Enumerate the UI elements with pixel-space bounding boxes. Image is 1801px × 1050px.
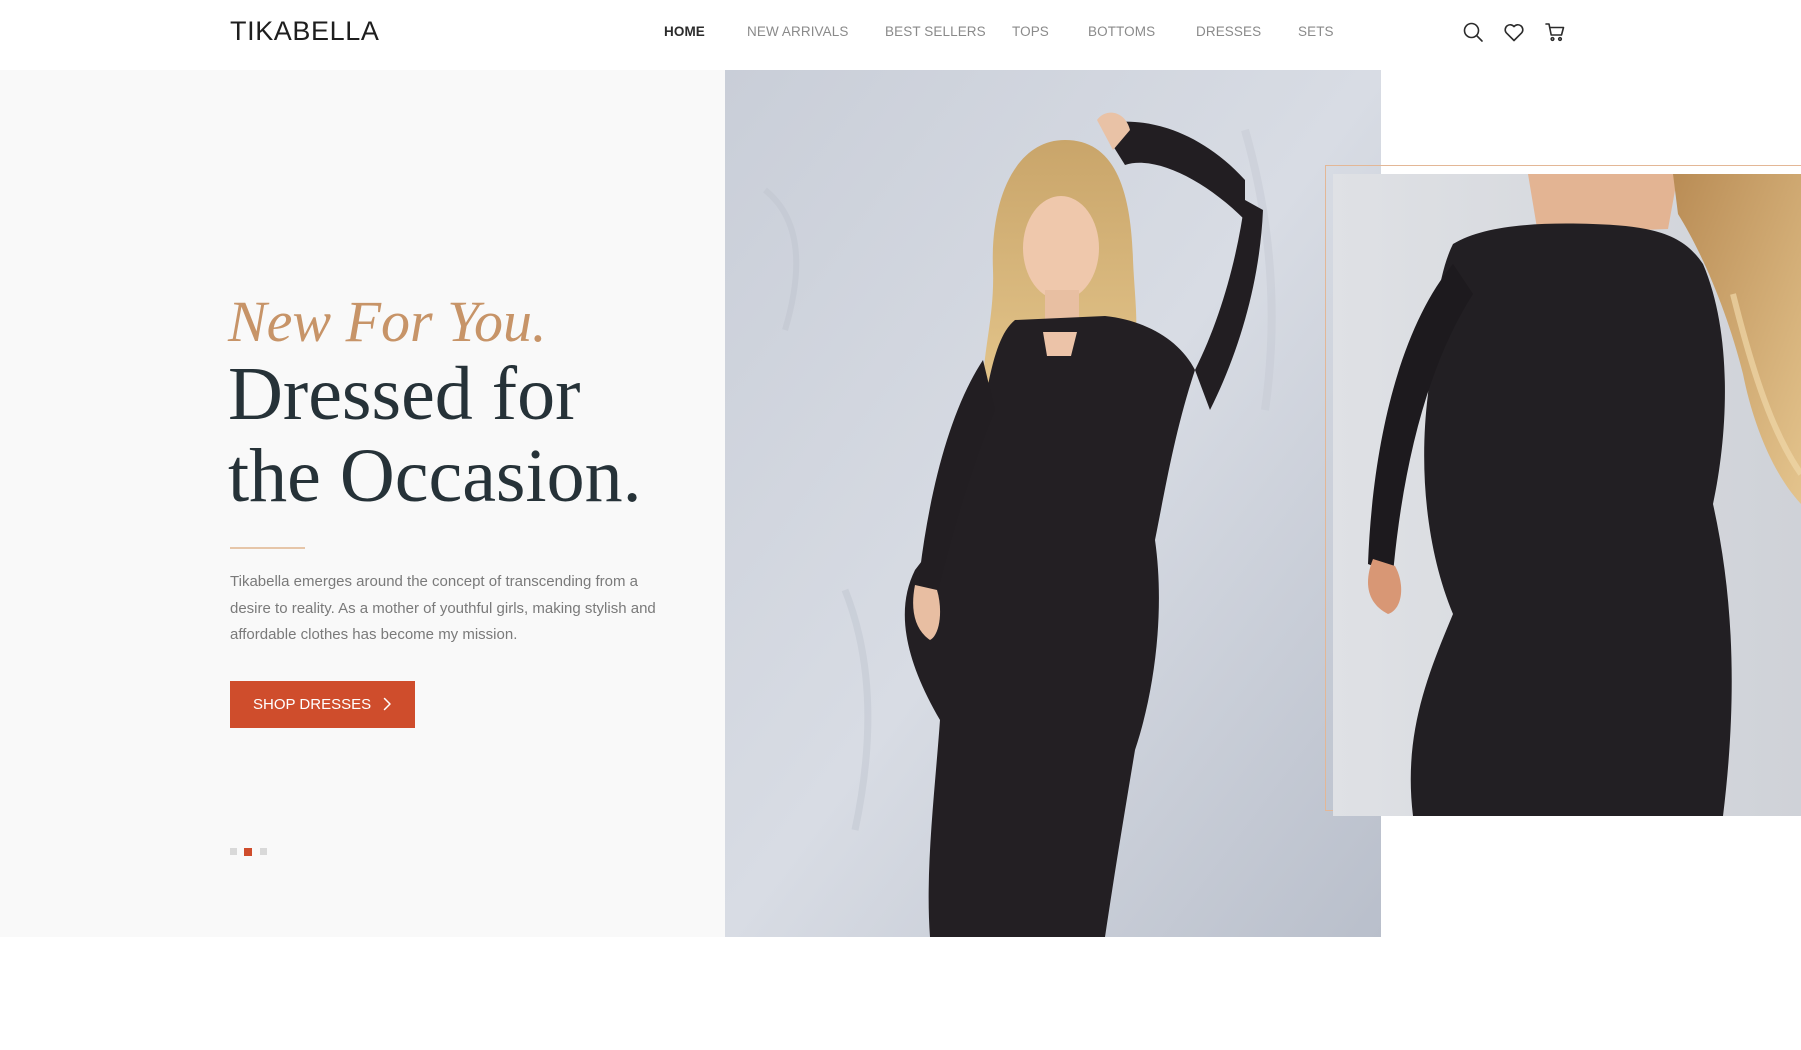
slider-dot-2[interactable] (244, 848, 252, 856)
shop-dresses-label: SHOP DRESSES (253, 696, 372, 713)
nav-item-sets[interactable]: SETS (1298, 24, 1334, 39)
hero-headline-line2: the Occasion. (228, 434, 642, 518)
slider-dot-3[interactable] (260, 848, 267, 855)
secondary-model-image (1333, 174, 1801, 816)
cart-icon[interactable] (1543, 20, 1567, 44)
shop-dresses-button[interactable]: SHOP DRESSES (230, 681, 415, 728)
search-icon[interactable] (1461, 20, 1485, 44)
hero-divider (230, 547, 305, 549)
nav-item-tops[interactable]: TOPS (1012, 24, 1049, 39)
site-header: TIKABELLA HOME NEW ARRIVALS BEST SELLERS… (0, 0, 1801, 70)
hero-section: New For You. Dressed for the Occasion. T… (0, 70, 1801, 937)
nav-item-dresses[interactable]: DRESSES (1196, 24, 1261, 39)
nav-item-bottoms[interactable]: BOTTOMS (1088, 24, 1155, 39)
hero-model-image (725, 70, 1381, 937)
chevron-right-icon (383, 697, 391, 711)
heart-icon[interactable] (1502, 20, 1526, 44)
hero-kicker: New For You. (228, 289, 547, 354)
nav-item-home[interactable]: HOME (664, 24, 705, 39)
logo[interactable]: TIKABELLA (230, 16, 379, 47)
hero-headline-line1: Dressed for (228, 352, 581, 436)
hero-headline: Dressed for the Occasion. (228, 353, 728, 517)
hero-description: Tikabella emerges around the concept of … (230, 573, 656, 643)
nav-item-best-sellers[interactable]: BEST SELLERS (885, 24, 986, 39)
nav-item-new-arrivals[interactable]: NEW ARRIVALS (747, 24, 848, 39)
slider-dot-1[interactable] (230, 848, 237, 855)
